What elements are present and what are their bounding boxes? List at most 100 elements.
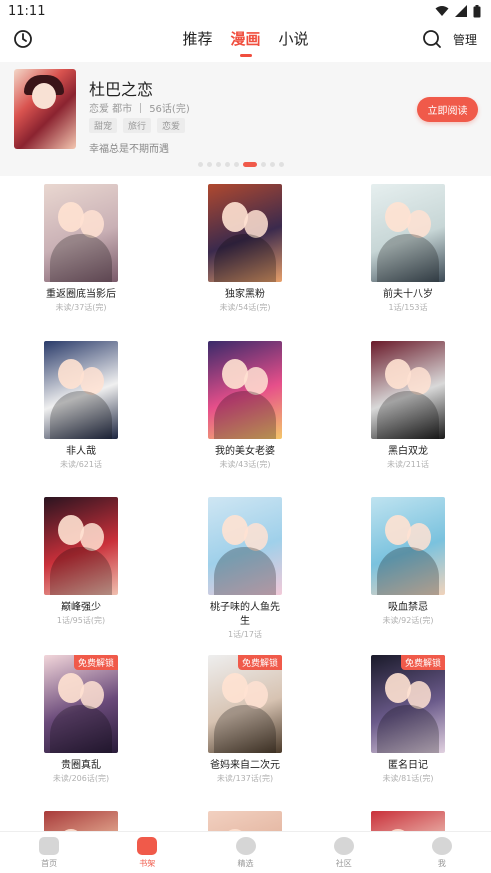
read-now-button[interactable]: 立即阅读 [417,97,478,122]
banner-tag: 甜宠 [89,118,118,133]
comic-cover-image[interactable] [208,184,282,282]
comic-title: 独家黑粉 [225,289,265,300]
carousel-dot[interactable] [243,162,257,167]
comic-progress: 未读/137话(完) [216,774,274,783]
profile-icon [431,837,452,855]
bookshelf-icon [137,837,158,855]
bottom-nav-label: 书架 [139,859,156,868]
comic-cover-image[interactable] [208,341,282,439]
carousel-dot[interactable] [270,162,275,167]
comic-progress: 未读/211话 [387,460,429,469]
comic-cover-image[interactable] [371,184,445,282]
free-unlock-badge: 免费解锁 [73,655,118,670]
signal-icon [455,5,467,17]
search-icon[interactable] [422,29,442,49]
top-nav: 推荐 漫画 小说 管理 [0,22,491,58]
carousel-dot[interactable] [198,162,203,167]
comic-progress: 未读/81话(完) [382,774,434,783]
comic-cover-image[interactable] [44,497,118,595]
free-unlock-badge: 免费解锁 [400,655,445,670]
comic-progress: 未读/206话(完) [52,774,110,783]
comic-card[interactable]: 重返圈底当影后 未读/37话(完) [21,184,141,314]
banner-cover-image[interactable] [14,69,76,149]
comic-title: 贵圈真乱 [61,760,101,771]
banner-tag: 旅行 [123,118,152,133]
comic-card[interactable]: 独家黑粉未读/54话(完) [185,184,305,314]
comic-title: 桃子味的人鱼先生 [210,602,280,627]
carousel-dot[interactable] [261,162,266,167]
comic-card[interactable]: 吸血禁忌未读/92话(完) [348,497,468,627]
featured-icon [235,837,256,855]
wifi-icon [435,6,449,16]
comic-cover-image[interactable] [371,341,445,439]
tab-2[interactable]: 小说 [270,28,318,49]
bottom-nav-label: 社区 [335,859,352,868]
carousel-dot[interactable] [207,162,212,167]
banner-description: 幸福总是不期而遇 [89,144,169,155]
comic-title: 非人哉 [66,446,96,457]
carousel-dot[interactable] [225,162,230,167]
bottom-nav-item[interactable]: 首页 [0,832,98,873]
comic-title: 爸妈来自二次元 [210,760,280,771]
tab-1[interactable]: 漫画 [222,28,270,57]
comic-progress: 1话/153话 [388,303,428,312]
comic-progress: 1话/17话 [228,630,262,639]
category-tabs: 推荐 漫画 小说 [0,28,491,57]
status-bar: 11:11 [0,0,491,22]
banner-tag: 恋爱 [157,118,186,133]
home-star-icon [39,837,60,855]
comic-card[interactable]: 黑白双龙未读/211话 [348,341,468,471]
comic-title: 黑白双龙 [388,446,428,457]
comic-title: 匿名日记 [388,760,428,771]
banner-chapters: 56话(完) [149,104,190,115]
bottom-nav-item[interactable]: 书架 [98,832,196,873]
bottom-nav-label: 首页 [41,859,58,868]
comic-cover-image[interactable]: 免费解锁 [44,655,118,753]
free-unlock-badge: 免费解锁 [237,655,282,670]
battery-icon [473,4,481,17]
manage-button[interactable]: 管理 [453,31,477,48]
comic-progress: 未读/621话 [60,460,102,469]
comic-cover-image[interactable] [44,341,118,439]
comic-card[interactable]: 桃子味的人鱼先生 1话/17话 [185,497,305,641]
banner-title: 杜巴之恋 [89,80,154,99]
comic-card[interactable]: 巅峰强少 1话/95话(完) [21,497,141,627]
comic-card[interactable]: 前夫十八岁 1话/153话 [348,184,468,314]
carousel-dot[interactable] [234,162,239,167]
banner-meta: 恋爱 都市 56话(完) [89,100,190,115]
comic-cover-image[interactable] [44,184,118,282]
bottom-nav-item[interactable]: 我 [393,832,491,873]
comic-cover-image[interactable] [371,497,445,595]
bottom-nav-item[interactable]: 社区 [295,832,393,873]
status-icons [435,4,481,18]
comic-card[interactable]: 免费解锁匿名日记未读/81话(完) [348,655,468,785]
status-time: 11:11 [8,3,46,19]
comic-progress: 1话/95话(完) [56,616,106,625]
comic-title: 吸血禁忌 [388,602,428,613]
comic-card[interactable]: 免费解锁贵圈真乱未读/206话(完) [21,655,141,785]
banner-tags: 甜宠 旅行 恋爱 [89,118,186,133]
carousel-dot[interactable] [216,162,221,167]
comic-title: 巅峰强少 [61,602,101,613]
comic-cover-image[interactable]: 免费解锁 [371,655,445,753]
comic-progress: 未读/54话(完) [219,303,271,312]
comic-cover-image[interactable]: 免费解锁 [208,655,282,753]
comic-progress: 未读/37话(完) [55,303,107,312]
bottom-nav-item[interactable]: 精选 [196,832,294,873]
carousel-dots [198,162,284,167]
comic-card[interactable]: 非人哉未读/621话 [21,341,141,471]
carousel-dot[interactable] [279,162,284,167]
community-chat-icon [333,837,354,855]
comic-cover-image[interactable] [208,497,282,595]
comic-title: 重返圈底当影后 [46,289,116,300]
tab-0[interactable]: 推荐 [174,28,222,49]
comic-card[interactable]: 免费解锁爸妈来自二次元 未读/137话(完) [185,655,305,785]
bottom-nav: 首页 书架 精选 社区 我 [0,831,491,873]
featured-banner[interactable]: 杜巴之恋 恋爱 都市 56话(完) 甜宠 旅行 恋爱 幸福总是不期而遇 立即阅读 [0,62,491,176]
comic-progress: 未读/92话(完) [382,616,434,625]
comic-card[interactable]: 我的美女老婆 未读/43话(完) [185,341,305,471]
comic-title: 我的美女老婆 [215,446,275,457]
bottom-nav-label: 我 [437,859,446,868]
bottom-nav-label: 精选 [237,859,254,868]
comic-progress: 未读/43话(完) [219,460,271,469]
